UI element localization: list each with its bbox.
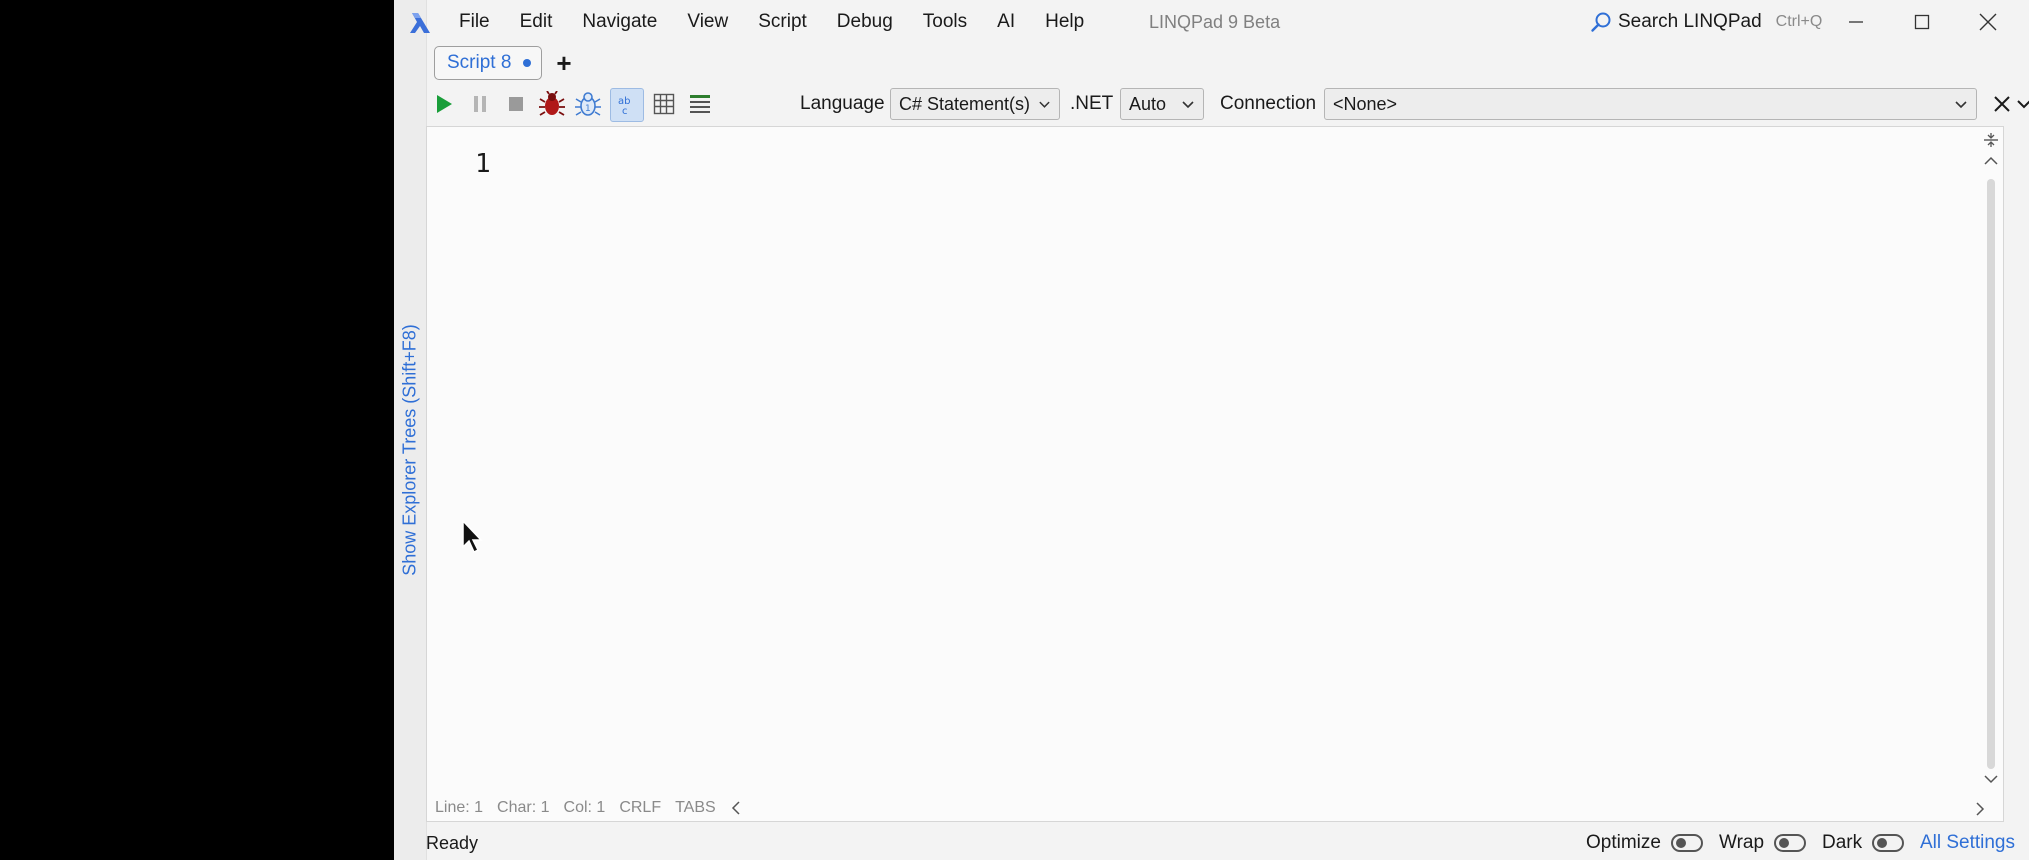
close-icon [1979, 13, 1997, 31]
list-lines-icon [690, 95, 710, 113]
run-button[interactable] [428, 88, 460, 120]
show-explorer-trees-button[interactable]: Show Explorer Trees (Shift+F8) [396, 320, 424, 580]
dark-toggle[interactable] [1872, 834, 1905, 852]
explorer-toggle-label: Show Explorer Trees (Shift+F8) [399, 324, 420, 576]
optimize-label: Optimize [1586, 832, 1661, 853]
scroll-down-icon[interactable] [1983, 773, 1999, 785]
char-indicator: Char: 1 [497, 799, 550, 816]
language-select[interactable]: C# Statement(s) [890, 88, 1060, 120]
chevron-down-icon [1039, 101, 1050, 108]
pause-icon [474, 96, 486, 112]
minimize-button[interactable] [1823, 0, 1889, 44]
close-icon [1994, 96, 2010, 112]
menu-help[interactable]: Help [1030, 0, 1099, 44]
col-indicator: Col: 1 [563, 799, 606, 816]
vertical-scrollbar[interactable] [1979, 127, 2003, 787]
minimize-icon [1849, 21, 1863, 23]
split-editor-icon[interactable] [1981, 131, 2001, 149]
wrap-toggle[interactable] [1774, 834, 1807, 852]
scroll-up-icon[interactable] [1983, 155, 1999, 167]
menu-debug[interactable]: Debug [822, 0, 908, 44]
line-indicator: Line: 1 [435, 799, 484, 816]
debug-settings-button[interactable]: 1 [572, 88, 604, 120]
menu-script[interactable]: Script [743, 0, 822, 44]
search-label: Search LINQPad [1618, 11, 1762, 32]
debug-button[interactable] [536, 88, 568, 120]
close-window-button[interactable] [1955, 0, 2021, 44]
search-icon [1591, 12, 1611, 32]
search-shortcut: Ctrl+Q [1775, 13, 1823, 30]
eol-indicator[interactable]: CRLF [619, 799, 661, 817]
rich-text-icon: ab c [618, 96, 630, 116]
maximize-button[interactable] [1889, 0, 1955, 44]
connection-select[interactable]: <None> [1324, 88, 1977, 120]
all-settings-link[interactable]: All Settings [1920, 832, 2015, 854]
vertical-scroll-thumb[interactable] [1987, 179, 1995, 769]
stop-icon [509, 97, 523, 111]
connection-label: Connection [1220, 93, 1317, 114]
menu-tools[interactable]: Tools [908, 0, 982, 44]
title-bar: File Edit Navigate View Script Debug Too… [394, 0, 2029, 44]
editor-status-line: Line: 1 Char: 1 Col: 1 CRLF TABS [435, 799, 742, 817]
results-to-grid-button[interactable] [648, 88, 680, 120]
chevron-right-icon[interactable] [1974, 801, 1986, 817]
search-linqpad-button[interactable]: Search LINQPad Ctrl+Q [1590, 8, 1822, 36]
line-number: 1 [475, 149, 491, 179]
stop-button[interactable] [500, 88, 532, 120]
chevron-left-icon[interactable] [730, 800, 742, 816]
language-label: Language [800, 93, 885, 114]
app-title: LINQPad 9 Beta [1149, 12, 1281, 32]
toolbar-overflow-button[interactable] [2014, 88, 2029, 120]
linqpad-logo-icon [410, 13, 430, 33]
menu-navigate[interactable]: Navigate [567, 0, 672, 44]
dotnet-version-value: Auto [1129, 93, 1167, 114]
output-panel-button[interactable] [684, 88, 716, 120]
menu-ai[interactable]: AI [982, 0, 1030, 44]
chevron-down-icon [2017, 100, 2029, 109]
menu-bar: File Edit Navigate View Script Debug Too… [444, 0, 1099, 44]
bug-outline-icon: 1 [575, 92, 601, 116]
chevron-down-icon [1182, 101, 1194, 109]
grid-icon [653, 93, 675, 115]
menu-file[interactable]: File [444, 0, 505, 44]
connection-value: <None> [1333, 93, 1398, 114]
script-tabs: Script 8 + [426, 46, 572, 80]
svg-text:c: c [622, 106, 628, 116]
explorer-strip: Show Explorer Trees (Shift+F8) [394, 0, 427, 860]
code-editor[interactable]: 1 Line: 1 Char: 1 Col: 1 CRLF TABS [426, 126, 2004, 822]
maximize-icon [1914, 14, 1930, 30]
svg-text:1: 1 [585, 104, 591, 114]
dotnet-label: .NET [1070, 93, 1114, 114]
mouse-pointer-icon [462, 520, 483, 554]
optimize-toggle-group: Optimize [1586, 832, 1703, 854]
new-tab-button[interactable]: + [556, 50, 571, 76]
dark-toggle-group: Dark [1822, 832, 1905, 854]
indent-indicator[interactable]: TABS [675, 799, 716, 817]
menu-edit[interactable]: Edit [505, 0, 568, 44]
chevron-down-icon [1955, 101, 1967, 109]
dark-label: Dark [1822, 832, 1863, 853]
tab-script-8[interactable]: Script 8 [434, 46, 543, 80]
results-to-rich-text-button[interactable]: ab c [610, 88, 644, 122]
optimize-toggle[interactable] [1670, 834, 1703, 852]
status-text: Ready [426, 832, 479, 853]
unsaved-indicator-icon [523, 59, 532, 67]
pause-button[interactable] [464, 88, 496, 120]
bug-icon [539, 91, 565, 116]
status-bar: Ready Optimize Wrap Dark All Settings [426, 826, 2029, 860]
menu-view[interactable]: View [672, 0, 743, 44]
query-toolbar: 1 ab c Language C# Statement(s) .NET Aut… [426, 86, 2029, 122]
tab-label: Script 8 [447, 52, 512, 73]
wrap-label: Wrap [1719, 832, 1765, 853]
language-value: C# Statement(s) [899, 93, 1031, 114]
dotnet-version-select[interactable]: Auto [1120, 88, 1204, 120]
wrap-toggle-group: Wrap [1719, 832, 1807, 854]
play-icon [437, 95, 452, 113]
